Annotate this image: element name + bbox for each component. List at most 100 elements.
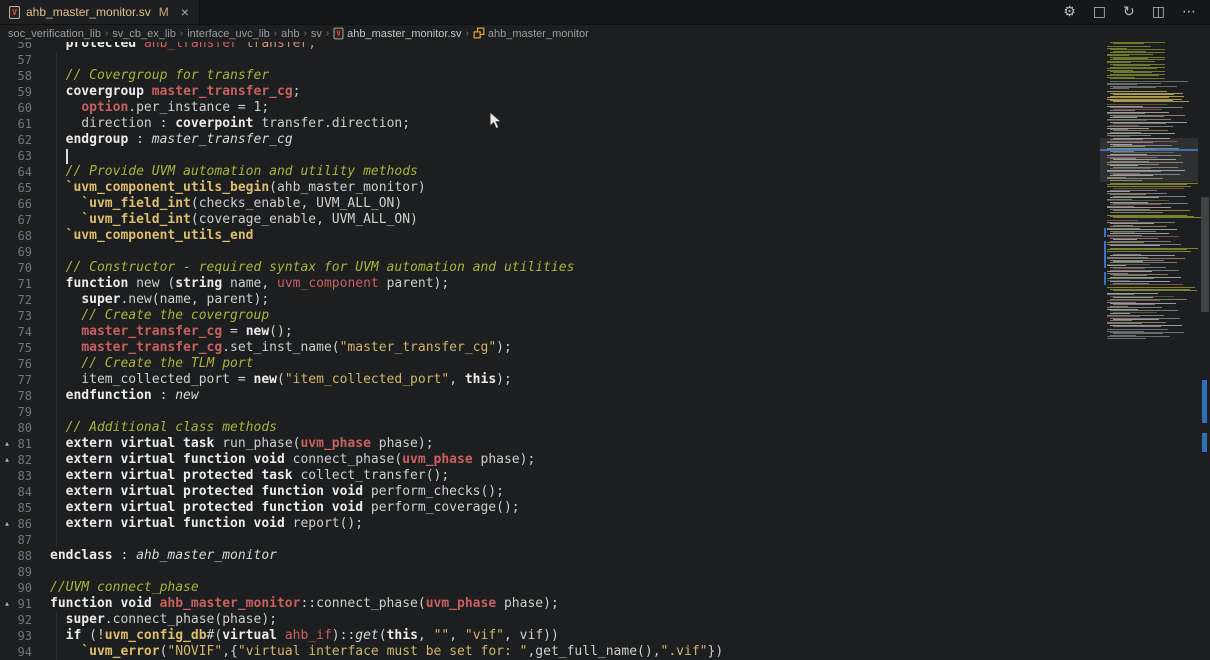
line-number[interactable]: 65	[14, 180, 32, 196]
breadcrumb-folder-sv[interactable]: sv	[311, 28, 322, 40]
code-line-94[interactable]: 94 `uvm_error("NOVIF",{"virtual interfac…	[0, 644, 723, 660]
line-number[interactable]: 71	[14, 276, 32, 292]
code-line-91[interactable]: ▲91function void ahb_master_monitor::con…	[0, 596, 723, 612]
code-line-78[interactable]: 78 endfunction : new	[0, 388, 723, 404]
code-line-66[interactable]: 66 `uvm_field_int(checks_enable, UVM_ALL…	[0, 196, 723, 212]
line-number[interactable]: 63	[14, 148, 32, 164]
code-line-69[interactable]: 69	[0, 244, 723, 260]
code-line-60[interactable]: 60 option.per_instance = 1;	[0, 100, 723, 116]
line-number[interactable]: 81	[14, 436, 32, 452]
code-line-77[interactable]: 77 item_collected_port = new("item_colle…	[0, 372, 723, 388]
minimap[interactable]	[1100, 42, 1202, 660]
code-editor[interactable]: 56 protected ahb_transfer transfer;5758 …	[0, 42, 1100, 660]
vertical-scrollbar[interactable]	[1200, 42, 1210, 660]
outline-square-icon[interactable]: □	[1093, 5, 1106, 19]
code-line-65[interactable]: 65 `uvm_component_utils_begin(ahb_master…	[0, 180, 723, 196]
code-line-68[interactable]: 68 `uvm_component_utils_end	[0, 228, 723, 244]
line-number[interactable]: 82	[14, 452, 32, 468]
extern-definition-marker-icon[interactable]: ▲	[1, 598, 12, 611]
code-line-88[interactable]: 88endclass : ahb_master_monitor	[0, 548, 723, 564]
line-number[interactable]: 91	[14, 596, 32, 612]
code-line-62[interactable]: 62 endgroup : master_transfer_cg	[0, 132, 723, 148]
minimap-slider[interactable]	[1100, 138, 1198, 182]
code-line-86[interactable]: ▲86 extern virtual function void report(…	[0, 516, 723, 532]
line-number[interactable]: 77	[14, 372, 32, 388]
line-number[interactable]: 79	[14, 404, 32, 420]
line-number[interactable]: 92	[14, 612, 32, 628]
more-actions-icon[interactable]: ⋯	[1182, 5, 1196, 19]
line-number[interactable]: 88	[14, 548, 32, 564]
code-line-71[interactable]: 71 function new (string name, uvm_compon…	[0, 276, 723, 292]
breadcrumb-folder-ahb[interactable]: ahb	[281, 28, 299, 40]
line-number[interactable]: 61	[14, 116, 32, 132]
code-line-70[interactable]: 70 // Constructor - required syntax for …	[0, 260, 723, 276]
line-number[interactable]: 73	[14, 308, 32, 324]
line-number[interactable]: 56	[14, 42, 32, 52]
code-line-82[interactable]: ▲82 extern virtual function void connect…	[0, 452, 723, 468]
breadcrumb-file[interactable]: ahb_master_monitor.sv	[347, 28, 461, 40]
code-line-64[interactable]: 64 // Provide UVM automation and utility…	[0, 164, 723, 180]
line-number[interactable]: 85	[14, 500, 32, 516]
code-line-81[interactable]: ▲81 extern virtual task run_phase(uvm_ph…	[0, 436, 723, 452]
line-number[interactable]: 58	[14, 68, 32, 84]
code-line-63[interactable]: 63	[0, 148, 723, 164]
extern-definition-marker-icon[interactable]: ▲	[1, 438, 12, 451]
code-line-61[interactable]: 61 direction : coverpoint transfer.direc…	[0, 116, 723, 132]
code-line-93[interactable]: 93 if (!uvm_config_db#(virtual ahb_if)::…	[0, 628, 723, 644]
line-number[interactable]: 57	[14, 52, 32, 68]
line-number[interactable]: 83	[14, 468, 32, 484]
settings-gear-icon[interactable]: ⚙	[1063, 5, 1076, 19]
line-number[interactable]: 76	[14, 356, 32, 372]
line-number[interactable]: 93	[14, 628, 32, 644]
line-number[interactable]: 78	[14, 388, 32, 404]
code-line-85[interactable]: 85 extern virtual protected function voi…	[0, 500, 723, 516]
line-number[interactable]: 74	[14, 324, 32, 340]
line-number[interactable]: 89	[14, 564, 32, 580]
scrollbar-thumb[interactable]	[1201, 197, 1209, 312]
line-number[interactable]: 90	[14, 580, 32, 596]
code-line-56[interactable]: 56 protected ahb_transfer transfer;	[0, 42, 723, 52]
code-line-57[interactable]: 57	[0, 52, 723, 68]
tab-close-icon[interactable]: ×	[181, 5, 189, 19]
code-line-80[interactable]: 80 // Additional class methods	[0, 420, 723, 436]
line-number[interactable]: 94	[14, 644, 32, 660]
code-line-73[interactable]: 73 // Create the covergroup	[0, 308, 723, 324]
line-number[interactable]: 84	[14, 484, 32, 500]
extern-definition-marker-icon[interactable]: ▲	[1, 518, 12, 531]
sync-icon[interactable]: ↻	[1123, 5, 1135, 19]
line-number[interactable]: 64	[14, 164, 32, 180]
code-line-92[interactable]: 92 super.connect_phase(phase);	[0, 612, 723, 628]
tab-ahb-master-monitor[interactable]: V ahb_master_monitor.sv M ×	[0, 0, 200, 24]
line-number[interactable]: 72	[14, 292, 32, 308]
line-number[interactable]: 70	[14, 260, 32, 276]
breadcrumb-symbol[interactable]: ahb_master_monitor	[488, 28, 589, 40]
code-line-79[interactable]: 79	[0, 404, 723, 420]
line-number[interactable]: 62	[14, 132, 32, 148]
line-number[interactable]: 86	[14, 516, 32, 532]
breadcrumb-folder-interface_uvc_lib[interactable]: interface_uvc_lib	[187, 28, 270, 40]
code-line-87[interactable]: 87	[0, 532, 723, 548]
code-line-58[interactable]: 58 // Covergroup for transfer	[0, 68, 723, 84]
line-number[interactable]: 87	[14, 532, 32, 548]
code-line-84[interactable]: 84 extern virtual protected function voi…	[0, 484, 723, 500]
extern-definition-marker-icon[interactable]: ▲	[1, 454, 12, 467]
line-number[interactable]: 69	[14, 244, 32, 260]
code-line-90[interactable]: 90//UVM connect_phase	[0, 580, 723, 596]
line-number[interactable]: 59	[14, 84, 32, 100]
breadcrumb-folder-sv_cb_ex_lib[interactable]: sv_cb_ex_lib	[112, 28, 176, 40]
line-number[interactable]: 60	[14, 100, 32, 116]
line-number[interactable]: 68	[14, 228, 32, 244]
line-number[interactable]: 75	[14, 340, 32, 356]
line-number[interactable]: 80	[14, 420, 32, 436]
code-line-72[interactable]: 72 super.new(name, parent);	[0, 292, 723, 308]
line-number[interactable]: 67	[14, 212, 32, 228]
code-line-89[interactable]: 89	[0, 564, 723, 580]
split-editor-icon[interactable]: ◫	[1152, 5, 1165, 19]
line-number[interactable]: 66	[14, 196, 32, 212]
breadcrumb-folder-soc_verification_lib[interactable]: soc_verification_lib	[8, 28, 101, 40]
code-line-75[interactable]: 75 master_transfer_cg.set_inst_name("mas…	[0, 340, 723, 356]
code-line-83[interactable]: 83 extern virtual protected task collect…	[0, 468, 723, 484]
code-line-67[interactable]: 67 `uvm_field_int(coverage_enable, UVM_A…	[0, 212, 723, 228]
code-line-76[interactable]: 76 // Create the TLM port	[0, 356, 723, 372]
code-line-59[interactable]: 59 covergroup master_transfer_cg;	[0, 84, 723, 100]
